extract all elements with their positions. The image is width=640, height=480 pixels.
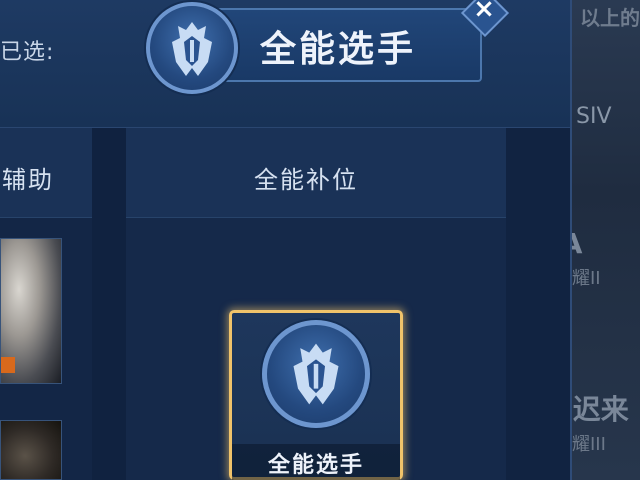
helmet-icon bbox=[262, 320, 370, 428]
column-divider bbox=[92, 128, 126, 480]
background-text: 以上的 bbox=[580, 6, 640, 30]
background-rank: 耀II bbox=[572, 268, 601, 289]
dialog-title: 全能选手 bbox=[260, 29, 417, 70]
support-label: 辅助 bbox=[2, 166, 54, 194]
close-icon: × bbox=[473, 0, 495, 24]
hero-portrait[interactable] bbox=[0, 238, 62, 384]
background-rank: 耀III bbox=[572, 434, 606, 455]
column-divider bbox=[506, 128, 570, 480]
background-rank: SIV bbox=[576, 104, 612, 129]
hero-portrait[interactable] bbox=[0, 420, 62, 480]
close-button[interactable]: × bbox=[464, 0, 504, 26]
allround-label: 全能补位 bbox=[254, 166, 358, 194]
already-selected-label: 已选: bbox=[0, 40, 55, 65]
helmet-icon bbox=[146, 2, 238, 94]
card-caption: 全能选手 bbox=[267, 453, 364, 478]
